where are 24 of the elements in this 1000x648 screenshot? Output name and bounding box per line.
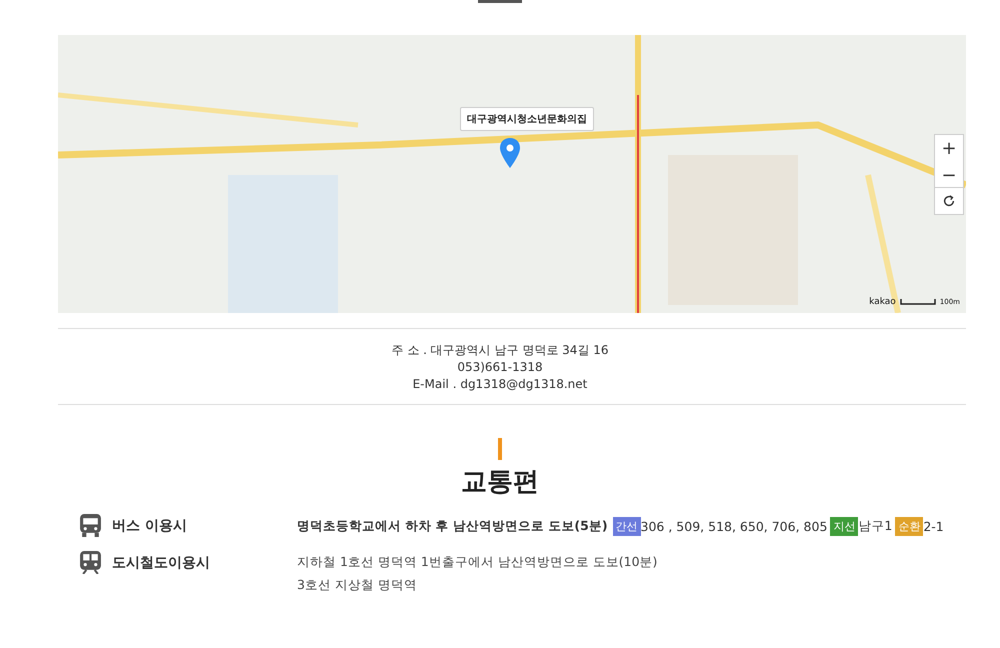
subway-directions: 3호선 지상철 명덕역 <box>297 577 417 594</box>
transport-label: 버스 이용시 <box>112 516 187 534</box>
route-numbers: 2-1 <box>923 519 944 534</box>
train-icon <box>80 551 101 574</box>
accent-bar <box>498 438 502 460</box>
section-title: 교통편 <box>460 466 540 498</box>
route-numbers: 306 , 509, 518, 650, 706, 805 <box>640 519 828 534</box>
route-tag: 순환 <box>895 517 924 536</box>
bus-icon <box>80 514 101 537</box>
route-tag: 간선 <box>612 517 641 536</box>
map-pin-icon <box>500 138 520 168</box>
address-text: 주 소 . 대구광역시 남구 명덕로 34길 16 <box>390 342 610 359</box>
scale-bar-icon <box>900 299 936 305</box>
route-numbers: 남구1 <box>858 518 892 535</box>
bus-directions: 명덕초등학교에서 하차 후 남산역방면으로 도보(5분) <box>297 518 608 535</box>
route-tag: 지선 <box>830 517 858 536</box>
refresh-icon <box>942 194 956 208</box>
phone-text: 053)661-1318 <box>456 359 544 376</box>
subway-directions: 지하철 1호선 명덕역 1번출구에서 남산역방면으로 도보(10분) <box>297 554 658 571</box>
map-attribution: kakao <box>869 297 896 307</box>
email-text: E-Mail . dg1318@dg1318.net <box>412 376 588 393</box>
reset-button[interactable] <box>934 187 964 215</box>
transport-label: 도시철도이용시 <box>112 554 210 572</box>
marker-label: 대구광역시청소년문화의집 <box>460 107 594 131</box>
